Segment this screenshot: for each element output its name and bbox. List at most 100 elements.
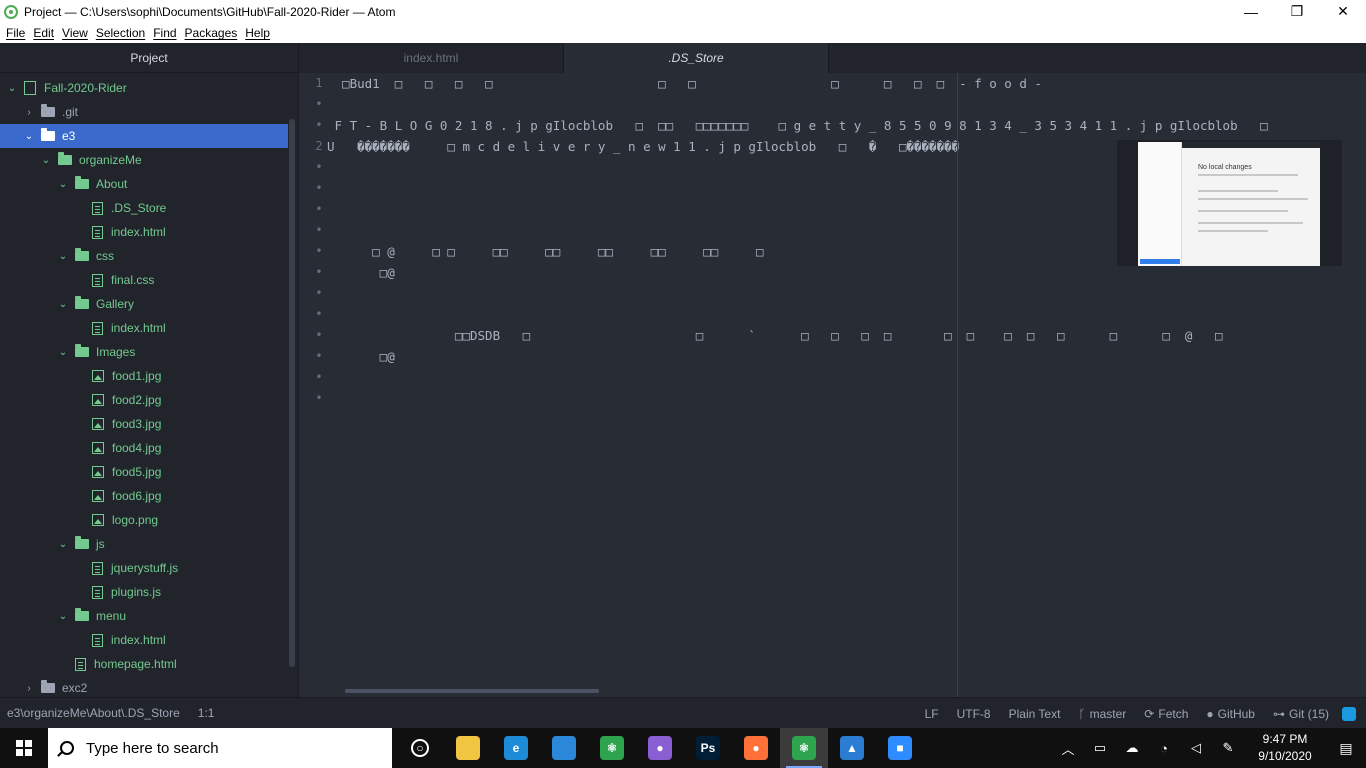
onedrive-cloud-icon[interactable]: ☁ [1116,740,1148,756]
status-fetch[interactable]: ⟳ Fetch [1144,707,1188,721]
status-git[interactable]: ⊶ Git (15) [1273,707,1329,721]
status-file-path[interactable]: e3\organizeMe\About\.DS_Store [7,706,180,720]
tab-ds-store[interactable]: .DS_Store [564,43,829,73]
tree-folder[interactable]: ⌄ Fall-2020-Rider [0,76,288,100]
taskbar-atom-button[interactable]: ⚛ [588,728,636,768]
taskbar-file-explorer-button[interactable] [444,728,492,768]
chevron-up-icon[interactable]: ︿ [1052,739,1084,758]
taskbar-search-box[interactable]: Type here to search [48,728,392,768]
code-line[interactable] [327,94,1357,115]
taskbar-edge-button[interactable]: e [492,728,540,768]
window-controls: — ❐ ✕ [1228,0,1366,23]
code-line[interactable] [327,304,1357,325]
text-editor[interactable]: 1 • • 2 • • • • • • • • • • • • □Bud1 □ □ □ □ □ □ □ □ □… [299,73,1366,697]
status-github[interactable]: ● GitHub [1206,707,1255,721]
taskbar-zoom-button[interactable]: ■ [876,728,924,768]
menu-selection[interactable]: Selection [92,26,149,40]
tree-file[interactable]: logo.png [0,508,288,532]
folder-icon [58,152,72,165]
tree-view-header[interactable]: Project [0,43,298,73]
chevron-down-icon[interactable]: ⌄ [57,611,69,622]
status-line-ending[interactable]: LF [925,707,939,721]
battery-icon[interactable]: ▭ [1084,740,1116,756]
chevron-down-icon[interactable]: ⌄ [57,179,69,190]
code-line[interactable]: □□DSDB □ □ ` □ □ □ □ □ □ □ □ □ □ □ @ □ [327,325,1357,346]
code-line[interactable]: F T - B L O G 0 2 1 8 . j p gIlocblob □ … [327,115,1357,136]
tree-folder[interactable]: ⌄ e3 [0,124,288,148]
chevron-down-icon[interactable]: ⌄ [23,131,35,142]
tree-folder[interactable]: ⌄ js [0,532,288,556]
taskbar-atom-active-button[interactable]: ⚛ [780,728,828,768]
tree-file[interactable]: .DS_Store [0,196,288,220]
tree-folder[interactable]: › .git [0,100,288,124]
maximize-button[interactable]: ❐ [1274,0,1320,23]
tree-file[interactable]: final.css [0,268,288,292]
status-grammar[interactable]: Plain Text [1009,707,1061,721]
code-line[interactable]: □Bud1 □ □ □ □ □ □ □ □ □ □ - f o o d - [327,73,1357,94]
tree-folder[interactable]: ⌄ Images [0,340,288,364]
status-cursor-position[interactable]: 1:1 [198,706,215,720]
volume-icon[interactable]: ◁ [1180,740,1212,756]
menu-edit[interactable]: Edit [29,26,58,40]
tree-item-label: food2.jpg [112,393,162,407]
sync-icon: ⟳ [1144,706,1155,721]
chevron-down-icon[interactable]: ⌄ [57,251,69,262]
chevron-down-icon[interactable]: ⌄ [57,299,69,310]
window-title: Project — C:\Users\sophi\Documents\GitHu… [24,4,396,19]
minimize-button[interactable]: — [1228,0,1274,23]
taskbar-photoshop-button[interactable]: Ps [684,728,732,768]
menu-help[interactable]: Help [241,26,274,40]
code-line[interactable] [327,283,1357,304]
menu-view[interactable]: View [58,26,92,40]
tree-file[interactable]: plugins.js [0,580,288,604]
code-line[interactable]: □@ [327,346,1357,367]
tree-file[interactable]: food3.jpg [0,412,288,436]
project-tree: ⌄ Fall-2020-Rider › .git ⌄ e3 ⌄ organizeMe ⌄ Abou… [0,76,288,700]
taskbar-store-button[interactable] [540,728,588,768]
close-button[interactable]: ✕ [1320,0,1366,23]
windows-taskbar: Type here to search ○ e ⚛ ● Ps ● ⚛ ▲ ■ ︿ ▭ ☁ ◔ ◁… [0,728,1366,768]
taskbar-photos-button[interactable]: ▲ [828,728,876,768]
menu-packages[interactable]: Packages [181,26,242,40]
menu-file[interactable]: File [2,26,29,40]
tree-folder[interactable]: ⌄ organizeMe [0,148,288,172]
tree-file[interactable]: food2.jpg [0,388,288,412]
chevron-down-icon[interactable]: ⌄ [40,155,52,166]
horizontal-scrollbar[interactable] [345,689,599,693]
tree-scrollbar[interactable] [289,119,295,667]
taskbar-firefox-button[interactable]: ● [732,728,780,768]
tree-file[interactable]: food6.jpg [0,484,288,508]
chevron-down-icon[interactable]: ⌄ [57,539,69,550]
tree-file[interactable]: jquerystuff.js [0,556,288,580]
chevron-down-icon[interactable]: ⌄ [57,347,69,358]
tree-file[interactable]: food4.jpg [0,436,288,460]
folder-icon [75,176,89,189]
twitter-bird-icon[interactable] [1342,706,1356,721]
status-encoding[interactable]: UTF-8 [957,707,991,721]
tab-index-html[interactable]: index.html [299,43,564,73]
chevron-down-icon[interactable]: ⌄ [6,83,18,94]
code-line[interactable] [327,388,1357,409]
code-line[interactable] [327,367,1357,388]
wifi-icon[interactable]: ◔ [1148,741,1180,756]
taskbar-task-view-button[interactable]: ○ [396,728,444,768]
tree-folder[interactable]: ⌄ menu [0,604,288,628]
tree-file[interactable]: index.html [0,628,288,652]
tree-file[interactable]: food5.jpg [0,460,288,484]
tree-folder[interactable]: ⌄ About [0,172,288,196]
start-button[interactable] [0,728,48,768]
tree-folder[interactable]: ⌄ css [0,244,288,268]
tree-file[interactable]: index.html [0,220,288,244]
chevron-right-icon[interactable]: › [23,107,35,118]
tree-folder[interactable]: ⌄ Gallery [0,292,288,316]
notification-icon[interactable]: ▤ [1326,740,1366,757]
chevron-right-icon[interactable]: › [23,683,35,694]
taskbar-clock[interactable]: 9:47 PM 9/10/2020 [1244,731,1326,765]
status-branch[interactable]: ᚴ master [1078,707,1126,721]
menu-find[interactable]: Find [149,26,180,40]
tree-file[interactable]: food1.jpg [0,364,288,388]
tree-file[interactable]: homepage.html [0,652,288,676]
taskbar-github-desktop-button[interactable]: ● [636,728,684,768]
tree-file[interactable]: index.html [0,316,288,340]
pen-icon[interactable]: ✎ [1212,740,1244,756]
